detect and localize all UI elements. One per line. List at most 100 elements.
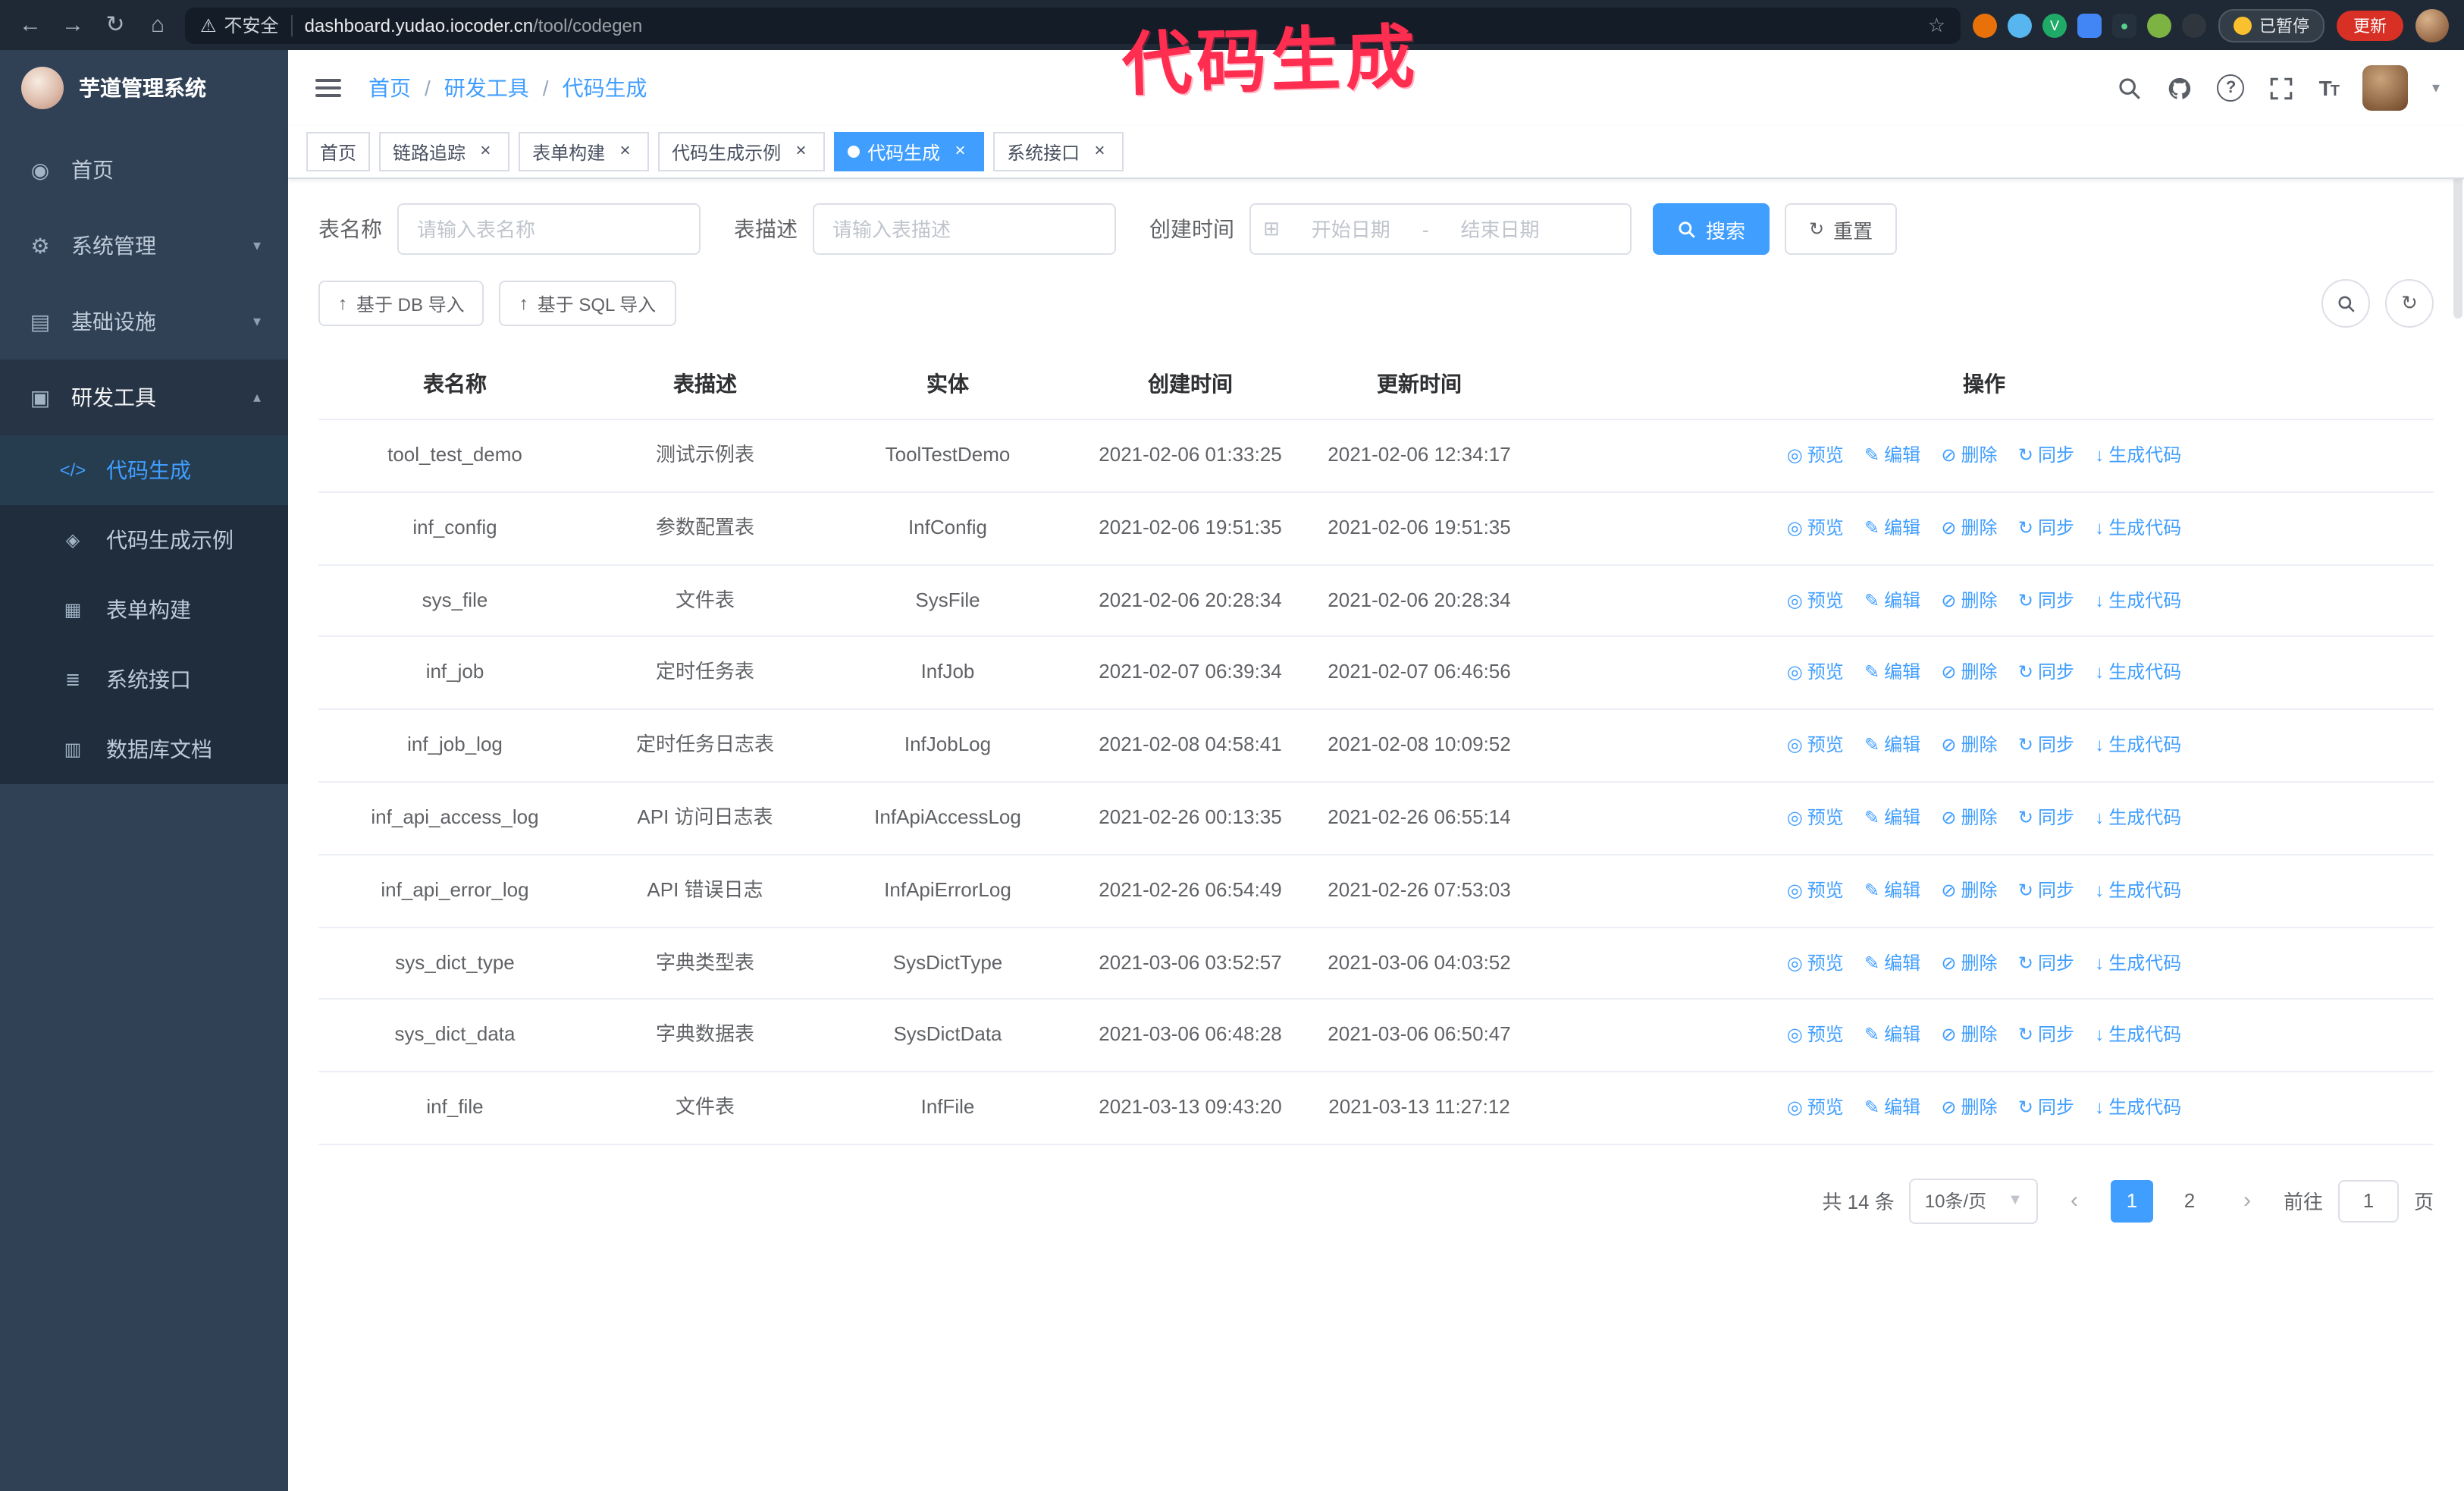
tab[interactable]: 链路追踪 × [379, 132, 510, 171]
search-button[interactable]: 搜索 [1653, 203, 1770, 255]
breadcrumb-home[interactable]: 首页 [368, 73, 411, 103]
delete-link[interactable]: ⊘ 删除 [1941, 586, 1997, 615]
sidebar-item-devtools[interactable]: ▣ 研发工具 ▴ [0, 359, 288, 435]
avatar-caret-icon[interactable]: ▾ [2432, 80, 2440, 96]
submenu-item[interactable]: ≣ 系统接口 [0, 645, 288, 714]
sidebar-item-infra[interactable]: ▤ 基础设施 ▾ [0, 284, 288, 359]
edit-link[interactable]: ✎ 编辑 [1864, 731, 1920, 760]
delete-link[interactable]: ⊘ 删除 [1941, 514, 1997, 543]
sync-link[interactable]: ↻ 同步 [2018, 659, 2074, 688]
preview-link[interactable]: ◎ 预览 [1787, 1094, 1844, 1122]
drop-extension-icon[interactable] [2008, 13, 2032, 37]
people-extension-icon[interactable] [2077, 13, 2102, 37]
github-icon[interactable] [2168, 75, 2193, 101]
delete-link[interactable]: ⊘ 删除 [1941, 441, 1997, 470]
delete-link[interactable]: ⊘ 删除 [1941, 1022, 1997, 1050]
font-size-icon[interactable]: TT [2319, 76, 2340, 100]
browser-update-button[interactable]: 更新 [2337, 10, 2403, 40]
security-indicator[interactable]: ⚠ 不安全 [200, 12, 279, 38]
date-range-picker[interactable]: ⊞ - [1249, 203, 1632, 255]
preview-link[interactable]: ◎ 预览 [1787, 949, 1844, 978]
goto-page-input[interactable] [2337, 1179, 2399, 1223]
bookmark-star-icon[interactable]: ☆ [1928, 13, 1945, 37]
edit-link[interactable]: ✎ 编辑 [1864, 659, 1920, 688]
submenu-item[interactable]: ▥ 数据库文档 [0, 714, 288, 784]
browser-reload-icon[interactable]: ↻ [100, 0, 130, 50]
address-bar[interactable]: ⚠ 不安全 dashboard.yudao.iocoder.cn/tool/co… [185, 7, 1961, 43]
edit-link[interactable]: ✎ 编辑 [1864, 1022, 1920, 1050]
sync-link[interactable]: ↻ 同步 [2018, 514, 2074, 543]
dev-extension-icon[interactable]: ● [2112, 13, 2136, 37]
generate-code-link[interactable]: ↓ 生成代码 [2095, 731, 2181, 760]
preview-link[interactable]: ◎ 预览 [1787, 441, 1844, 470]
submenu-item[interactable]: ◈ 代码生成示例 [0, 505, 288, 575]
sidebar-item-home[interactable]: ◉ 首页 [0, 132, 288, 208]
generate-code-link[interactable]: ↓ 生成代码 [2095, 949, 2181, 978]
sync-link[interactable]: ↻ 同步 [2018, 441, 2074, 470]
sidebar-item-system[interactable]: ⚙ 系统管理 ▾ [0, 208, 288, 284]
browser-home-icon[interactable]: ⌂ [143, 0, 173, 50]
preview-link[interactable]: ◎ 预览 [1787, 877, 1844, 906]
table-desc-input[interactable] [813, 203, 1116, 255]
sync-link[interactable]: ↻ 同步 [2018, 1022, 2074, 1050]
tab[interactable]: 代码生成 × [834, 132, 985, 171]
paused-badge[interactable]: 已暂停 [2218, 8, 2324, 42]
logo[interactable]: 芋道管理系统 [0, 50, 288, 126]
tab-close-icon[interactable]: × [475, 140, 496, 162]
date-end-input[interactable] [1434, 216, 1566, 242]
sync-link[interactable]: ↻ 同步 [2018, 949, 2074, 978]
refresh-button[interactable]: ↻ [2385, 279, 2434, 328]
generate-code-link[interactable]: ↓ 生成代码 [2095, 877, 2181, 906]
import-db-button[interactable]: ↑ 基于 DB 导入 [318, 281, 484, 326]
help-icon[interactable]: ? [2217, 74, 2245, 102]
generate-code-link[interactable]: ↓ 生成代码 [2095, 514, 2181, 543]
edit-link[interactable]: ✎ 编辑 [1864, 586, 1920, 615]
tab-close-icon[interactable]: × [949, 140, 970, 162]
tab-close-icon[interactable]: × [790, 140, 811, 162]
page-button-1[interactable]: 1 [2110, 1179, 2153, 1223]
delete-link[interactable]: ⊘ 删除 [1941, 877, 1997, 906]
browser-back-icon[interactable]: ← [15, 0, 45, 50]
delete-link[interactable]: ⊘ 删除 [1941, 731, 1997, 760]
page-size-select[interactable]: 10条/页 ▼ [1909, 1178, 2038, 1224]
submenu-item[interactable]: ▦ 表单构建 [0, 575, 288, 645]
tab[interactable]: 代码生成示例 × [658, 132, 826, 171]
search-icon[interactable] [2118, 75, 2143, 101]
paw-extension-icon[interactable] [2182, 13, 2206, 37]
table-name-input[interactable] [397, 203, 701, 255]
edit-link[interactable]: ✎ 编辑 [1864, 441, 1920, 470]
tab[interactable]: 首页 [306, 132, 371, 171]
fullscreen-icon[interactable] [2269, 75, 2295, 101]
sync-link[interactable]: ↻ 同步 [2018, 731, 2074, 760]
edit-link[interactable]: ✎ 编辑 [1864, 804, 1920, 833]
preview-link[interactable]: ◎ 预览 [1787, 659, 1844, 688]
generate-code-link[interactable]: ↓ 生成代码 [2095, 1094, 2181, 1122]
reset-button[interactable]: ↻ 重置 [1785, 203, 1898, 255]
preview-link[interactable]: ◎ 预览 [1787, 804, 1844, 833]
import-sql-button[interactable]: ↑ 基于 SQL 导入 [499, 281, 676, 326]
tab[interactable]: 表单构建 × [519, 132, 650, 171]
tab-close-icon[interactable]: × [614, 140, 635, 162]
sync-link[interactable]: ↻ 同步 [2018, 877, 2074, 906]
sync-link[interactable]: ↻ 同步 [2018, 586, 2074, 615]
generate-code-link[interactable]: ↓ 生成代码 [2095, 804, 2181, 833]
delete-link[interactable]: ⊘ 删除 [1941, 659, 1997, 688]
leaf-extension-icon[interactable] [2147, 13, 2171, 37]
browser-forward-icon[interactable]: → [58, 0, 88, 50]
generate-code-link[interactable]: ↓ 生成代码 [2095, 586, 2181, 615]
delete-link[interactable]: ⊘ 删除 [1941, 949, 1997, 978]
page-button-2[interactable]: 2 [2168, 1180, 2211, 1223]
edit-link[interactable]: ✎ 编辑 [1864, 949, 1920, 978]
generate-code-link[interactable]: ↓ 生成代码 [2095, 1022, 2181, 1050]
preview-link[interactable]: ◎ 预览 [1787, 1022, 1844, 1050]
preview-link[interactable]: ◎ 预览 [1787, 731, 1844, 760]
edit-link[interactable]: ✎ 编辑 [1864, 514, 1920, 543]
tab-close-icon[interactable]: × [1089, 140, 1110, 162]
sync-link[interactable]: ↻ 同步 [2018, 804, 2074, 833]
edit-link[interactable]: ✎ 编辑 [1864, 877, 1920, 906]
v-extension-icon[interactable]: V [2042, 13, 2067, 37]
generate-code-link[interactable]: ↓ 生成代码 [2095, 659, 2181, 688]
edit-link[interactable]: ✎ 编辑 [1864, 1094, 1920, 1122]
sync-link[interactable]: ↻ 同步 [2018, 1094, 2074, 1122]
toggle-search-button[interactable] [2321, 279, 2370, 328]
